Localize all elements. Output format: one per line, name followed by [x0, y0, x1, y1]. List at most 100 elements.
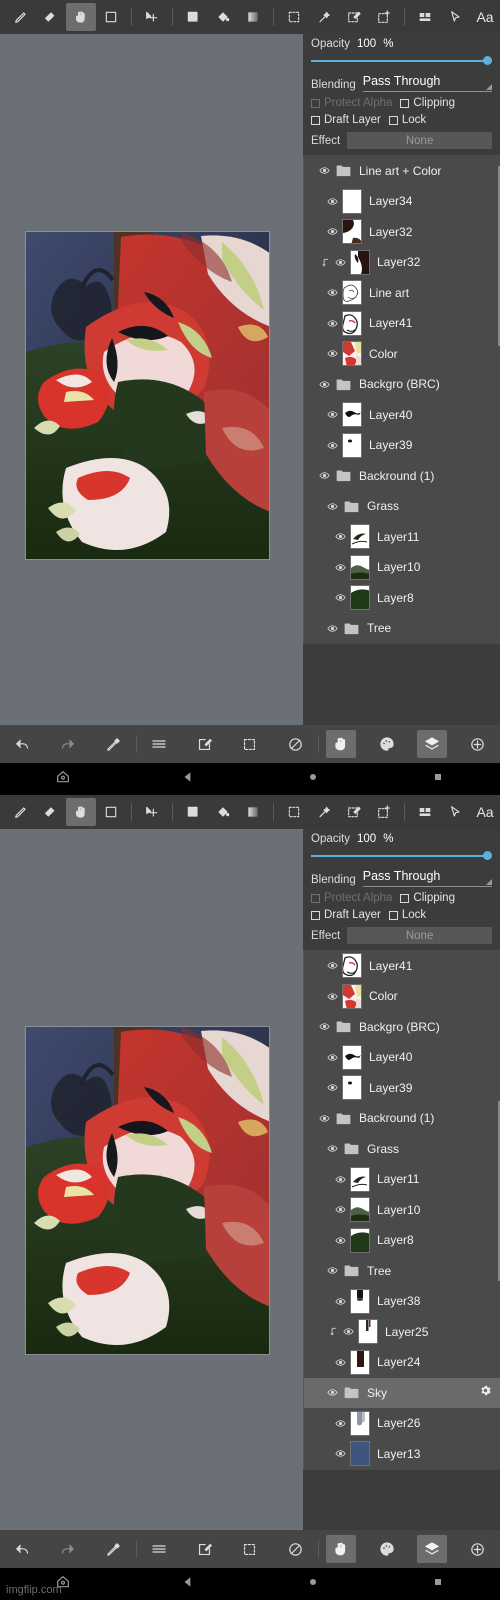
select-add-tool[interactable]	[369, 798, 399, 826]
recents-square-button[interactable]	[375, 1575, 500, 1593]
layer-row[interactable]: Layer10	[303, 1195, 500, 1226]
text-tool[interactable]: Aa	[470, 3, 500, 31]
layer-row[interactable]: Layer8	[303, 1225, 500, 1256]
undo-button[interactable]	[0, 1530, 45, 1568]
visibility-toggle[interactable]	[322, 318, 342, 329]
visibility-toggle[interactable]	[322, 409, 342, 420]
visibility-toggle[interactable]	[322, 501, 342, 512]
hand-button[interactable]	[319, 725, 364, 763]
visibility-toggle[interactable]	[330, 1235, 350, 1246]
pen-tool[interactable]	[6, 798, 36, 826]
select-add-tool[interactable]	[369, 3, 399, 31]
layer-row[interactable]: Layer38	[303, 1286, 500, 1317]
edit-button[interactable]	[182, 1530, 227, 1568]
layer-row[interactable]: Tree	[303, 1256, 500, 1287]
layer-row[interactable]: Layer25	[303, 1317, 500, 1348]
layer-row[interactable]: Line art + Color	[303, 156, 500, 187]
layer-row[interactable]: Layer24	[303, 1347, 500, 1378]
rectangle-tool[interactable]	[96, 3, 126, 31]
visibility-toggle[interactable]	[314, 1113, 334, 1124]
visibility-toggle[interactable]	[314, 379, 334, 390]
protect-alpha-checkbox-2[interactable]: Protect Alpha	[311, 892, 392, 904]
layer-list-2[interactable]: Layer41 Color Backgro (BRC) Layer40 Layer39 B…	[303, 950, 500, 1600]
gradient-tool[interactable]	[238, 3, 268, 31]
layer-row[interactable]: Layer13	[303, 1439, 500, 1470]
visibility-toggle[interactable]	[338, 1326, 358, 1337]
fill-solid-tool[interactable]	[178, 3, 208, 31]
layer-row[interactable]: Backgro (BRC)	[303, 369, 500, 400]
effect-button-1[interactable]: None	[347, 132, 492, 149]
layer-row[interactable]: Layer11	[303, 1164, 500, 1195]
magic-wand-tool[interactable]	[309, 798, 339, 826]
redo-button[interactable]	[45, 1530, 90, 1568]
layer-row[interactable]: Layer10	[303, 552, 500, 583]
layer-row[interactable]: Color	[303, 339, 500, 370]
menu-button[interactable]	[137, 725, 182, 763]
visibility-toggle[interactable]	[314, 470, 334, 481]
visibility-toggle[interactable]	[330, 592, 350, 603]
select-edit-tool[interactable]	[339, 3, 369, 31]
layout-tool[interactable]	[410, 798, 440, 826]
recents-square-button[interactable]	[375, 770, 500, 788]
pen-tool[interactable]	[6, 3, 36, 31]
opacity-slider-1[interactable]	[311, 55, 492, 67]
visibility-toggle[interactable]	[322, 991, 342, 1002]
move-tool[interactable]	[137, 3, 167, 31]
artwork-canvas-1[interactable]	[25, 231, 270, 560]
filter-button[interactable]	[273, 1530, 318, 1568]
layer-row[interactable]: Layer41	[303, 308, 500, 339]
visibility-toggle[interactable]	[330, 257, 350, 268]
fill-solid-tool[interactable]	[178, 798, 208, 826]
visibility-toggle[interactable]	[330, 1174, 350, 1185]
visibility-toggle[interactable]	[322, 623, 342, 634]
clipping-checkbox-2[interactable]: Clipping	[400, 892, 455, 904]
effect-button-2[interactable]: None	[347, 927, 492, 944]
visibility-toggle[interactable]	[322, 348, 342, 359]
layer-row[interactable]: Grass	[303, 491, 500, 522]
visibility-toggle[interactable]	[322, 1387, 342, 1398]
eraser-tool[interactable]	[36, 3, 66, 31]
recents-circle-button[interactable]	[250, 770, 375, 788]
canvas-area-1[interactable]	[0, 34, 303, 795]
blending-dropdown-1[interactable]: Pass Through	[362, 72, 492, 92]
visibility-toggle[interactable]	[330, 1296, 350, 1307]
layer-row[interactable]: Color	[303, 981, 500, 1012]
visibility-toggle[interactable]	[330, 1204, 350, 1215]
edit-button[interactable]	[182, 725, 227, 763]
clipping-checkbox-1[interactable]: Clipping	[400, 97, 455, 109]
back-button[interactable]	[125, 770, 250, 789]
brush-settings-button[interactable]	[455, 725, 500, 763]
opacity-slider-2[interactable]	[311, 850, 492, 862]
filter-button[interactable]	[273, 725, 318, 763]
selection-button[interactable]	[227, 725, 272, 763]
layer-list-1[interactable]: Line art + Color Layer34 Layer32 Layer32 Lin…	[303, 155, 500, 795]
layout-tool[interactable]	[410, 3, 440, 31]
visibility-toggle[interactable]	[322, 226, 342, 237]
back-button[interactable]	[125, 1575, 250, 1594]
opacity-slider-knob[interactable]	[483, 56, 492, 65]
draft-layer-checkbox-2[interactable]: Draft Layer	[311, 909, 381, 921]
menu-button[interactable]	[137, 1530, 182, 1568]
visibility-toggle[interactable]	[322, 960, 342, 971]
layer-row[interactable]: Line art	[303, 278, 500, 309]
gradient-tool[interactable]	[238, 798, 268, 826]
visibility-toggle[interactable]	[330, 531, 350, 542]
layer-row[interactable]: Backround (1)	[303, 1103, 500, 1134]
rectangle-tool[interactable]	[96, 798, 126, 826]
layer-row[interactable]: Layer8	[303, 583, 500, 614]
visibility-toggle[interactable]	[330, 1418, 350, 1429]
bucket-fill-tool[interactable]	[208, 798, 238, 826]
layer-row[interactable]: Grass	[303, 1134, 500, 1165]
hand-tool[interactable]	[66, 798, 96, 826]
visibility-toggle[interactable]	[322, 1082, 342, 1093]
visibility-toggle[interactable]	[322, 287, 342, 298]
layer-row[interactable]: Layer40	[303, 1042, 500, 1073]
visibility-toggle[interactable]	[322, 440, 342, 451]
cursor-tool[interactable]	[440, 3, 470, 31]
layer-row[interactable]: Layer39	[303, 430, 500, 461]
layer-row[interactable]: Layer39	[303, 1073, 500, 1104]
selection-button[interactable]	[227, 1530, 272, 1568]
select-tool[interactable]	[279, 798, 309, 826]
undo-button[interactable]	[0, 725, 45, 763]
layer-row[interactable]: Tree	[303, 613, 500, 644]
